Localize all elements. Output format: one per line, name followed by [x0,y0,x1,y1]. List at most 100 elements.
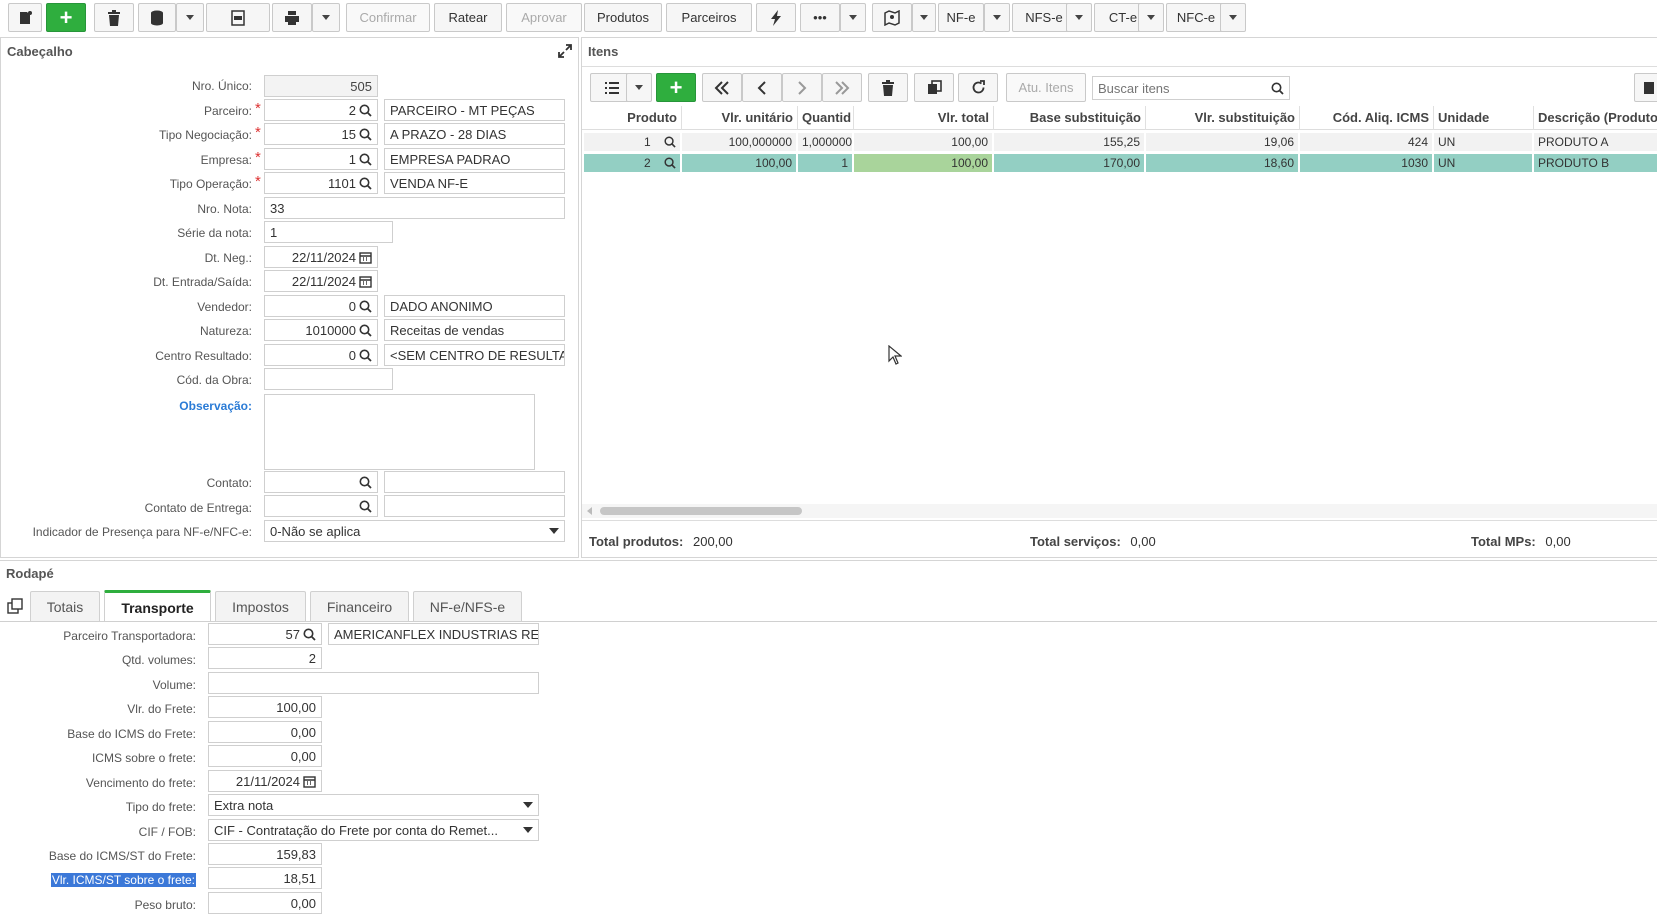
col-cod-aliq-icms[interactable]: Cód. Aliq. ICMS [1300,106,1434,130]
tipo-negociacao-name-field[interactable]: A PRAZO - 28 DIAS [384,123,565,145]
vlr-icmsst-frete-field[interactable]: 18,51 [208,867,322,889]
tab-totais[interactable]: Totais [30,591,100,622]
empresa-name-field[interactable]: EMPRESA PADRAO [384,148,565,170]
col-vlr-substituicao[interactable]: Vlr. substituição [1146,106,1300,130]
qtd-volumes-field[interactable]: 2 [208,647,322,669]
natureza-code-field[interactable]: 1010000 [264,319,378,341]
database-button[interactable] [138,3,176,32]
dt-entrada-field[interactable]: 22/11/2024 [264,270,378,292]
col-vlr-total[interactable]: Vlr. total [854,106,994,130]
peso-bruto-field[interactable]: 0,00 [208,892,322,914]
contato-entrega-code-field[interactable] [264,495,378,517]
col-unidade[interactable]: Unidade [1434,106,1534,130]
parceiro-transportadora-code-field[interactable]: 57 [208,623,322,645]
expand-icon[interactable] [558,44,572,61]
tipo-negociacao-code-field[interactable]: 15 [264,123,378,145]
copy-item-button[interactable] [914,73,954,102]
delete-item-button[interactable] [868,73,908,102]
copy-icon[interactable] [7,598,23,614]
vlr-frete-field[interactable]: 100,00 [208,696,322,718]
map-button[interactable] [872,3,912,32]
nfe-dropdown[interactable] [984,3,1010,32]
map-dropdown[interactable] [912,3,936,32]
calendar-icon[interactable] [303,775,316,788]
search-icon[interactable] [664,136,676,148]
confirmar-button[interactable]: Confirmar [346,3,430,32]
cod-obra-field[interactable] [264,368,393,390]
tab-financeiro[interactable]: Financeiro [310,591,409,622]
horizontal-scrollbar[interactable] [582,504,1657,518]
print-button[interactable] [272,3,312,32]
search-icon[interactable] [359,177,372,190]
base-icms-frete-field[interactable]: 0,00 [208,721,322,743]
contato-code-field[interactable] [264,471,378,493]
search-items-field[interactable] [1092,76,1290,100]
nfce-button[interactable]: NFC-e [1166,3,1226,32]
scrollbar-thumb[interactable] [600,507,802,515]
add-button[interactable]: + [46,3,86,32]
table-row[interactable]: 1 100,000000 1,000000 100,00 155,25 19,0… [582,132,1657,152]
col-quantidade[interactable]: Quantid [798,106,854,130]
calendar-icon[interactable] [359,275,372,288]
natureza-name-field[interactable]: Receitas de vendas [384,319,565,341]
col-produto[interactable]: Produto [582,106,682,130]
search-icon[interactable] [359,349,372,362]
search-icon[interactable] [359,128,372,141]
search-icon[interactable] [359,500,372,513]
tipo-operacao-code-field[interactable]: 1101 [264,172,378,194]
parceiro-code-field[interactable]: 2 [264,99,378,121]
nro-nota-field[interactable]: 33 [264,197,565,219]
parceiro-name-field[interactable]: PARCEIRO - MT PEÇAS [384,99,565,121]
new-document-button[interactable] [8,3,42,32]
delete-button[interactable] [94,3,134,32]
nfse-dropdown[interactable] [1066,3,1092,32]
col-base-substituicao[interactable]: Base substituição [994,106,1146,130]
vencimento-frete-field[interactable]: 21/11/2024 [208,770,322,792]
first-record-button[interactable] [702,73,742,102]
serie-nota-field[interactable]: 1 [264,221,393,243]
pdf-button[interactable] [206,3,270,32]
refresh-button[interactable] [958,73,998,102]
more-button[interactable]: ••• [800,3,840,32]
base-icmsst-frete-field[interactable]: 159,83 [208,843,322,865]
vendedor-name-field[interactable]: DADO ANONIMO [384,295,565,317]
vendedor-code-field[interactable]: 0 [264,295,378,317]
search-icon[interactable] [664,157,676,169]
more-dropdown[interactable] [840,3,866,32]
nfce-dropdown[interactable] [1220,3,1246,32]
parceiro-transportadora-name-field[interactable]: AMERICANFLEX INDUSTRIAS REUNIDAS [328,623,539,645]
tipo-operacao-name-field[interactable]: VENDA NF-E [384,172,565,194]
volume-field[interactable] [208,672,539,694]
config-button[interactable] [1634,73,1657,102]
flash-button[interactable] [756,3,796,32]
scroll-left-icon[interactable] [587,507,592,515]
nfe-button[interactable]: NF-e [938,3,984,32]
database-dropdown[interactable] [176,3,204,32]
centro-resultado-name-field[interactable]: <SEM CENTRO DE RESULTADO> [384,344,565,366]
observacao-label[interactable]: Observação: [179,399,252,413]
search-icon[interactable] [303,628,316,641]
empresa-code-field[interactable]: 1 [264,148,378,170]
contato-name-field[interactable] [384,471,565,493]
add-item-button[interactable]: + [656,73,696,102]
table-row-selected[interactable]: 2 100,00 1 100,00 170,00 18,60 1030 UN P… [582,153,1657,173]
tab-transporte[interactable]: Transporte [104,590,211,622]
col-vlr-unitario[interactable]: Vlr. unitário [682,106,798,130]
centro-resultado-code-field[interactable]: 0 [264,344,378,366]
next-record-button[interactable] [782,73,822,102]
cif-fob-select[interactable]: CIF - Contratação do Frete por conta do … [208,819,539,841]
indicador-presenca-select[interactable]: 0-Não se aplica [264,520,565,542]
search-icon[interactable] [359,476,372,489]
search-items-input[interactable] [1098,80,1268,96]
search-icon[interactable] [359,153,372,166]
parceiros-button[interactable]: Parceiros [666,3,752,32]
produtos-button[interactable]: Produtos [584,3,662,32]
tipo-frete-select[interactable]: Extra nota [208,794,539,816]
icms-frete-field[interactable]: 0,00 [208,745,322,767]
dt-neg-field[interactable]: 22/11/2024 [264,246,378,268]
list-view-dropdown[interactable] [626,73,652,102]
tab-impostos[interactable]: Impostos [215,591,306,622]
search-icon[interactable] [359,324,372,337]
calendar-icon[interactable] [359,251,372,264]
search-icon[interactable] [1271,82,1284,95]
